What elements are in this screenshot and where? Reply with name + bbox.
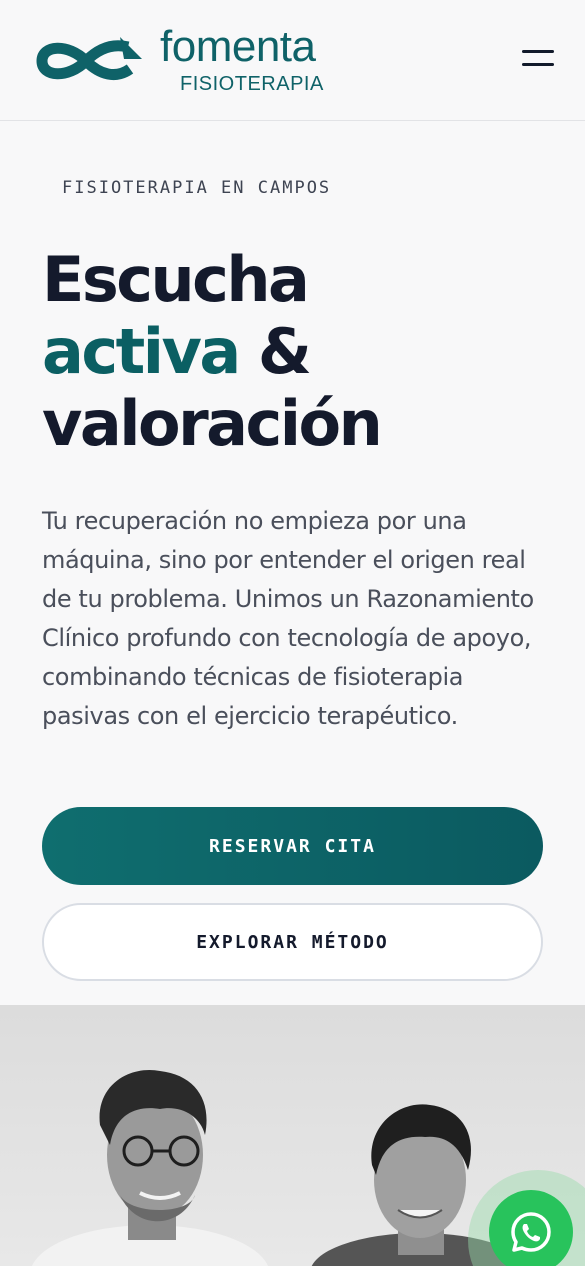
- brand-subtitle: FISIOTERAPIA: [180, 73, 324, 95]
- brand-name[interactable]: fomenta: [160, 22, 316, 72]
- hero-title-line1: Escucha: [42, 243, 310, 316]
- explore-method-button[interactable]: EXPLORAR MÉTODO: [42, 903, 543, 981]
- site-header: fomenta FISIOTERAPIA: [0, 0, 585, 121]
- hamburger-menu-icon[interactable]: [516, 44, 560, 74]
- infinity-logo-icon[interactable]: [28, 33, 144, 89]
- hero-title-line3: valoración: [42, 387, 383, 460]
- hero-title: Escucha activa & valoración: [42, 244, 562, 460]
- whatsapp-icon[interactable]: [489, 1190, 573, 1266]
- hero-title-accent: activa: [42, 315, 241, 388]
- hero-title-amp: &: [257, 315, 312, 388]
- hero-description: Tu recuperación no empieza por una máqui…: [42, 507, 534, 730]
- hero-eyebrow: FISIOTERAPIA EN CAMPOS: [62, 178, 332, 198]
- book-appointment-button[interactable]: RESERVAR CITA: [42, 807, 543, 885]
